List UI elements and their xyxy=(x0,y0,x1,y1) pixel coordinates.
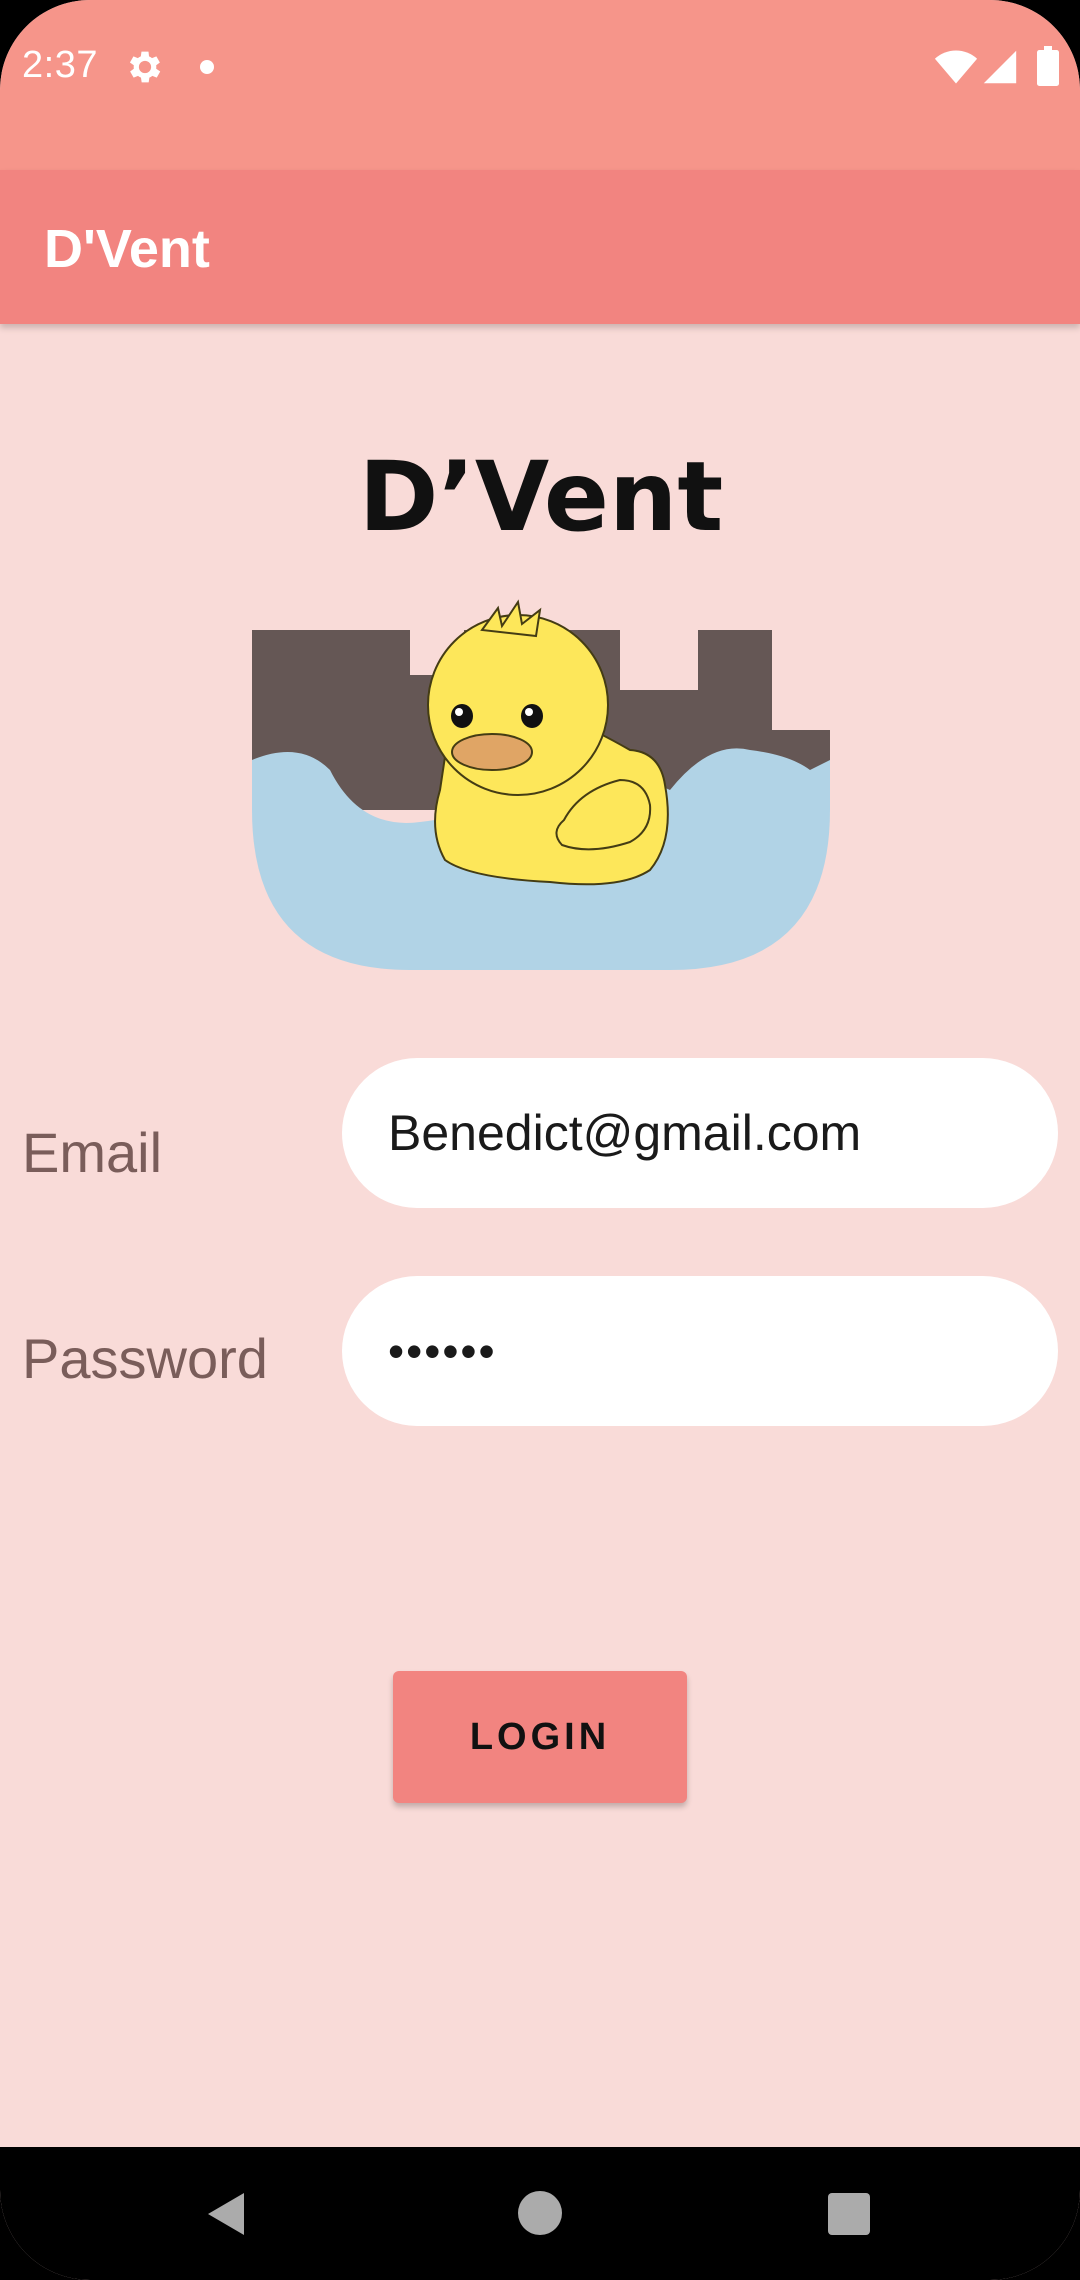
status-bar: 2:37 xyxy=(0,0,1080,170)
wifi-icon xyxy=(934,50,978,84)
signal-icon xyxy=(983,50,1017,84)
duck-logo-icon: D’Vent xyxy=(252,441,830,970)
app-bar: D'Vent xyxy=(0,170,1080,324)
email-field[interactable]: Benedict@gmail.com xyxy=(342,1058,1058,1208)
notification-dot-icon xyxy=(200,60,214,74)
login-button[interactable]: LOGIN xyxy=(393,1671,687,1803)
login-screen: 2:37 D'Vent D’Vent Email Benedict@gmail.… xyxy=(0,0,1080,2280)
back-icon[interactable] xyxy=(204,2189,248,2239)
battery-icon xyxy=(1037,46,1059,86)
app-title: D'Vent xyxy=(44,219,210,279)
recents-icon[interactable] xyxy=(828,2193,870,2235)
password-label: Password xyxy=(22,1327,268,1390)
gear-icon xyxy=(129,51,161,83)
status-time: 2:37 xyxy=(22,44,98,86)
password-field[interactable]: •••••• xyxy=(342,1276,1058,1426)
logo-text: D’Vent xyxy=(359,441,724,553)
email-label: Email xyxy=(22,1121,163,1184)
home-icon[interactable] xyxy=(518,2191,562,2235)
navigation-bar xyxy=(0,2147,1080,2280)
